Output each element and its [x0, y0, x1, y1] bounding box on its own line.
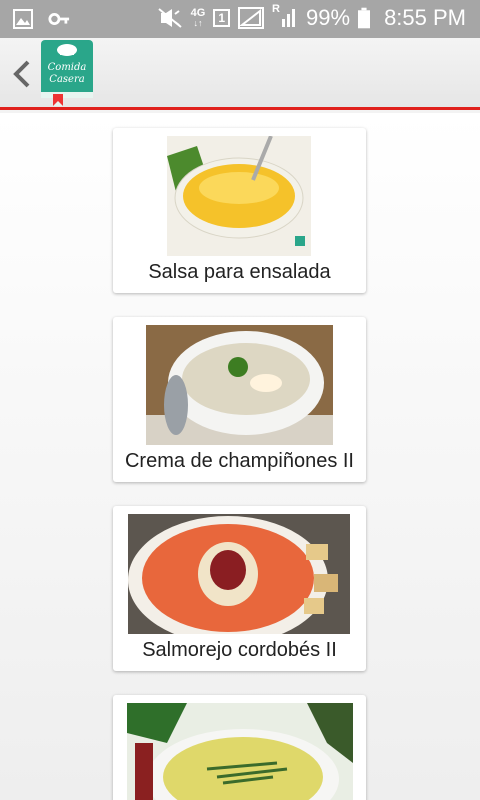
- recipe-card[interactable]: [113, 695, 366, 800]
- recipe-image: [167, 136, 311, 256]
- recipe-image: [127, 703, 353, 800]
- roaming-signal-icon: [282, 9, 296, 27]
- logo-text-line2: Casera: [49, 74, 84, 85]
- mute-icon: [158, 8, 182, 28]
- recipe-list: Salsa para ensalada Crema de champiñones…: [0, 113, 480, 800]
- recipe-image: [128, 514, 350, 634]
- signal-icon: [238, 7, 265, 29]
- app-bar: Comida Casera: [0, 38, 480, 110]
- app-logo: Comida Casera: [41, 40, 93, 106]
- recipe-card[interactable]: Salsa para ensalada: [113, 128, 366, 293]
- battery-icon: [358, 7, 371, 29]
- status-bar: 4G ↓↑ 1 R 99% 8:55 PM: [0, 0, 480, 38]
- recipe-card[interactable]: Crema de champiñones II: [113, 317, 366, 482]
- clock: 8:55 PM: [384, 5, 466, 30]
- recipe-title: Salsa para ensalada: [148, 261, 331, 283]
- battery-percent: 99%: [306, 5, 351, 30]
- image-icon: [13, 9, 33, 29]
- recipe-title: Crema de champiñones II: [124, 450, 354, 472]
- back-arrow-icon[interactable]: [8, 56, 36, 92]
- recipe-title: Salmorejo cordobés II: [142, 639, 337, 661]
- roaming-signal: R: [272, 3, 298, 29]
- recipe-card[interactable]: Salmorejo cordobés II: [113, 506, 366, 671]
- sim-slot-badge: 1: [213, 9, 231, 27]
- key-icon: [48, 13, 70, 25]
- network-type: 4G ↓↑: [190, 7, 206, 29]
- logo-text-line1: Comida: [48, 62, 87, 73]
- recipe-image: [146, 325, 333, 445]
